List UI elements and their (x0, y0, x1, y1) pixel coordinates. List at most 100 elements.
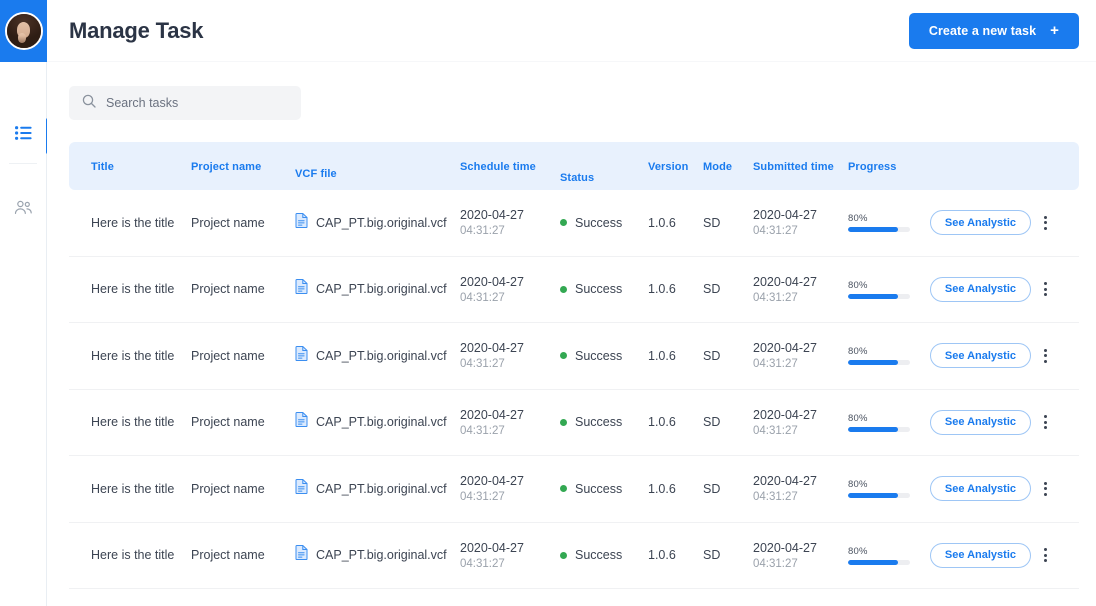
kebab-menu-icon[interactable] (1040, 478, 1051, 500)
kebab-menu-icon[interactable] (1040, 345, 1051, 367)
cell-project: Project name (191, 215, 265, 230)
see-analystic-button[interactable]: See Analystic (929, 542, 1031, 568)
cell-project: Project name (191, 415, 265, 430)
cell-project: Project name (191, 481, 265, 496)
status-badge: Success (575, 348, 623, 363)
cell-status: Success (560, 548, 648, 562)
cell-vcf-file[interactable]: CAP_PT.big.original.vcf (295, 279, 460, 299)
table-header-cell-progress: Progress (848, 161, 897, 173)
create-task-button-label: Create a new task (928, 23, 1037, 38)
avatar-photo-shade (6, 36, 41, 48)
cell-vcf-file[interactable]: CAP_PT.big.original.vcf (295, 412, 460, 432)
see-analystic-button[interactable]: See Analystic (929, 409, 1031, 435)
cell-vcf-file-label: CAP_PT.big.original.vcf (316, 481, 447, 496)
progress-bar (848, 559, 910, 565)
status-dot-icon (560, 285, 567, 293)
cell-schedule-time: 2020-04-27 04:31:27 (460, 208, 524, 238)
cell-title: Here is the title (91, 282, 175, 297)
cell-schedule-time: 2020-04-27 04:31:27 (460, 341, 524, 371)
file-document-icon (295, 279, 308, 299)
cell-mode: SD (703, 348, 721, 363)
cell-vcf-file-label: CAP_PT.big.original.vcf (316, 548, 447, 563)
cell-row-menu (1031, 212, 1059, 234)
progress-label: 80% (848, 545, 868, 557)
progress-bar-fill (848, 293, 898, 299)
cell-vcf-file[interactable]: CAP_PT.big.original.vcf (295, 345, 460, 366)
cell-schedule-time: 2020-04-27 04:31:27 (460, 274, 524, 304)
progress-bar-fill (848, 227, 898, 233)
table-header-cell-title: Title (91, 161, 114, 173)
create-task-button[interactable]: Create a new task + (908, 12, 1079, 49)
cell-actions: See Analystic (929, 210, 1031, 236)
table-row[interactable]: Here is the title Project name CAP_PT.bi… (69, 190, 1079, 257)
cell-title: Here is the title (91, 415, 175, 430)
cell-status: Success (560, 415, 648, 429)
progress-label: 80% (848, 279, 868, 291)
status-dot-icon (560, 485, 567, 493)
cell-vcf-file-label: CAP_PT.big.original.vcf (316, 348, 447, 363)
cell-mode: SD (703, 215, 721, 230)
progress-bar-fill (848, 426, 898, 432)
file-document-icon (295, 478, 308, 499)
cell-project: Project name (191, 348, 265, 363)
see-analystic-button[interactable]: See Analystic (929, 476, 1031, 502)
table-header-cell-schedule: Schedule time (460, 161, 536, 173)
see-analystic-button[interactable]: See Analystic (929, 210, 1031, 236)
table-row[interactable]: Here is the title Project name CAP_PT.bi… (69, 456, 1079, 523)
table-row[interactable]: Here is the title Project name CAP_PT.bi… (69, 257, 1079, 323)
avatar[interactable] (4, 12, 43, 50)
sidebar (0, 0, 50, 606)
users-icon (14, 200, 33, 220)
search-box[interactable] (69, 86, 301, 120)
progress-label: 80% (848, 213, 868, 225)
list-icon (15, 126, 32, 145)
task-table: Title Project name VCF file Schedule tim… (69, 142, 1079, 589)
cell-submitted-time: 2020-04-27 04:31:27 (753, 208, 817, 238)
search-input[interactable] (106, 96, 288, 110)
cell-version: 1.0.6 (648, 348, 676, 363)
cell-row-menu (1031, 345, 1059, 367)
see-analystic-button[interactable]: See Analystic (929, 343, 1031, 369)
cell-submitted-time: 2020-04-27 04:31:27 (753, 407, 817, 437)
cell-vcf-file-label: CAP_PT.big.original.vcf (316, 282, 447, 297)
status-badge: Success (575, 548, 623, 563)
cell-vcf-file[interactable]: CAP_PT.big.original.vcf (295, 545, 460, 565)
cell-vcf-file[interactable]: CAP_PT.big.original.vcf (295, 478, 460, 499)
table-body: Here is the title Project name CAP_PT.bi… (69, 190, 1079, 589)
cell-row-menu (1031, 478, 1059, 500)
cell-version: 1.0.6 (648, 481, 676, 496)
cell-vcf-file[interactable]: CAP_PT.big.original.vcf (295, 212, 460, 233)
sidebar-item-tasks[interactable] (0, 108, 50, 163)
cell-project: Project name (191, 282, 265, 297)
kebab-menu-icon[interactable] (1040, 278, 1051, 300)
cell-title: Here is the title (91, 548, 175, 563)
cell-vcf-file-label: CAP_PT.big.original.vcf (316, 215, 447, 230)
status-badge: Success (575, 282, 623, 297)
status-dot-icon (560, 418, 567, 426)
progress-bar-fill (848, 493, 898, 499)
cell-actions: See Analystic (929, 409, 1031, 435)
search-area (47, 62, 1096, 120)
cell-schedule-time: 2020-04-27 04:31:27 (460, 474, 524, 504)
table-row[interactable]: Here is the title Project name CAP_PT.bi… (69, 390, 1079, 456)
see-analystic-button[interactable]: See Analystic (929, 276, 1031, 302)
status-badge: Success (575, 481, 623, 496)
table-header-cell-vcf: VCF file (295, 168, 337, 180)
cell-title: Here is the title (91, 348, 175, 363)
cell-mode: SD (703, 415, 721, 430)
kebab-menu-icon[interactable] (1040, 411, 1051, 433)
table-row[interactable]: Here is the title Project name CAP_PT.bi… (69, 323, 1079, 390)
cell-status: Success (560, 282, 648, 296)
status-badge: Success (575, 415, 623, 430)
cell-schedule-time: 2020-04-27 04:31:27 (460, 407, 524, 437)
file-document-icon (295, 345, 308, 366)
cell-status: Success (560, 216, 648, 230)
cell-submitted-time: 2020-04-27 04:31:27 (753, 540, 817, 570)
app-root: Manage Task Create a new task + Search t… (0, 0, 1096, 606)
kebab-menu-icon[interactable] (1040, 544, 1051, 566)
cell-progress: 80% (848, 346, 936, 366)
kebab-menu-icon[interactable] (1040, 212, 1051, 234)
table-row[interactable]: Here is the title Project name CAP_PT.bi… (69, 523, 1079, 589)
sidebar-item-users[interactable] (0, 182, 47, 237)
sidebar-divider (9, 163, 37, 164)
